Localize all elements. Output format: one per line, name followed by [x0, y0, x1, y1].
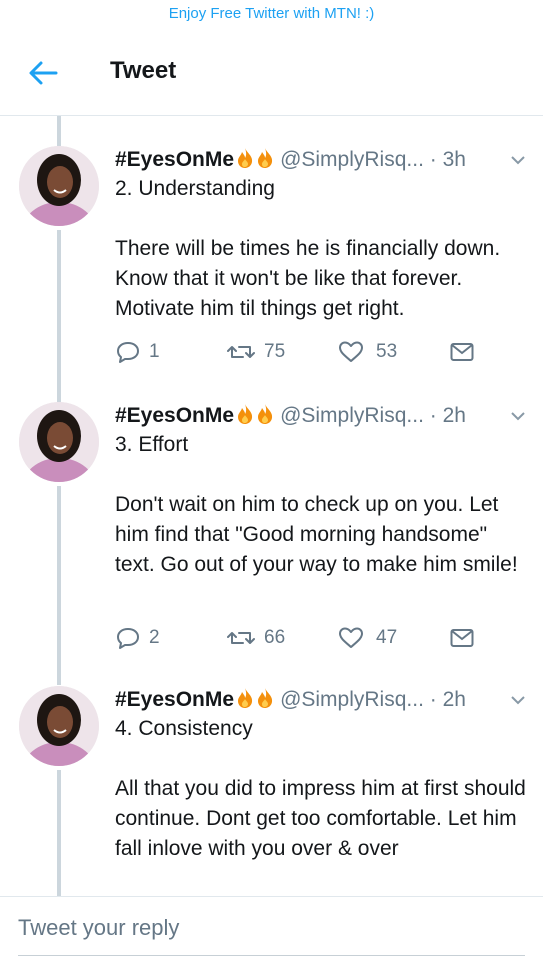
- like-count: 53: [376, 341, 398, 362]
- handle[interactable]: @SimplyRisq...: [280, 404, 424, 427]
- retweet-button[interactable]: 66: [227, 626, 307, 650]
- promo-banner[interactable]: Enjoy Free Twitter with MTN! :): [0, 0, 543, 30]
- tweet-header: #EyesOnMe @SimplyRisq... · 3h: [115, 146, 530, 174]
- envelope-icon: [450, 629, 474, 647]
- retweet-icon: [227, 632, 255, 644]
- reply-count: 1: [149, 341, 160, 362]
- display-name[interactable]: #EyesOnMe: [115, 148, 234, 171]
- chevron-down-icon[interactable]: [510, 410, 526, 422]
- avatar[interactable]: [19, 686, 99, 766]
- retweet-count: 66: [264, 627, 286, 648]
- tweet[interactable]: #EyesOnMe @SimplyRisq... · 3h 2. Understa…: [0, 146, 543, 386]
- reply-icon: [117, 342, 139, 363]
- page-title: Tweet: [110, 57, 177, 84]
- like-button[interactable]: 47: [338, 626, 418, 650]
- tweet-title-line: 3. Effort: [115, 433, 189, 456]
- fire-icon: [236, 147, 254, 169]
- tweet[interactable]: #EyesOnMe @SimplyRisq... · 2h 4. Consiste…: [0, 686, 543, 896]
- heart-icon: [339, 341, 363, 362]
- envelope-icon: [450, 343, 474, 361]
- reply-button[interactable]: 2: [115, 626, 195, 650]
- retweet-button[interactable]: 75: [227, 340, 307, 364]
- tweet-header: #EyesOnMe @SimplyRisq... · 2h: [115, 402, 530, 430]
- fire-icon: [236, 687, 254, 709]
- tweet-title-line: 4. Consistency: [115, 717, 253, 740]
- reply-input[interactable]: [18, 911, 518, 945]
- timestamp: · 3h: [429, 148, 466, 171]
- chevron-down-icon[interactable]: [510, 154, 526, 166]
- share-button[interactable]: [449, 626, 475, 650]
- display-name[interactable]: #EyesOnMe: [115, 688, 234, 711]
- tweet-text: There will be times he is financially do…: [115, 237, 501, 320]
- arrow-left-icon: [29, 61, 58, 85]
- avatar[interactable]: [19, 402, 99, 482]
- fire-icon: [256, 147, 274, 169]
- display-name[interactable]: #EyesOnMe: [115, 404, 234, 427]
- thread-line: [57, 486, 61, 685]
- thread-line: [57, 230, 61, 386]
- back-button[interactable]: [26, 58, 60, 88]
- timestamp: · 2h: [429, 404, 466, 427]
- like-count: 47: [376, 627, 398, 648]
- fire-icon: [256, 403, 274, 425]
- share-button[interactable]: [449, 340, 475, 364]
- reply-bar: [0, 896, 543, 960]
- handle[interactable]: @SimplyRisq...: [280, 148, 424, 171]
- chevron-down-icon[interactable]: [510, 694, 526, 706]
- tweet-text: Don't wait on him to check up on you. Le…: [115, 493, 518, 576]
- tweet-header: #EyesOnMe @SimplyRisq... · 2h: [115, 686, 530, 714]
- top-bar: Tweet: [0, 30, 543, 116]
- tweet-text: All that you did to impress him at first…: [115, 777, 526, 860]
- thread-line: [57, 116, 61, 146]
- reply-count: 2: [149, 627, 160, 648]
- tweet-title-line: 2. Understanding: [115, 177, 275, 200]
- heart-icon: [339, 627, 363, 648]
- handle[interactable]: @SimplyRisq...: [280, 688, 424, 711]
- fire-icon: [236, 403, 254, 425]
- thread-line: [57, 770, 61, 896]
- thread-line: [57, 386, 61, 402]
- retweet-icon: [227, 346, 255, 358]
- retweet-count: 75: [264, 341, 286, 362]
- avatar[interactable]: [19, 146, 99, 226]
- reply-input-underline: [18, 955, 525, 956]
- timestamp: · 2h: [429, 688, 466, 711]
- fire-icon: [256, 687, 274, 709]
- reply-button[interactable]: 1: [115, 340, 195, 364]
- reply-icon: [117, 628, 139, 649]
- tweet[interactable]: #EyesOnMe @SimplyRisq... · 2h 3. Effort D…: [0, 386, 543, 685]
- like-button[interactable]: 53: [338, 340, 418, 364]
